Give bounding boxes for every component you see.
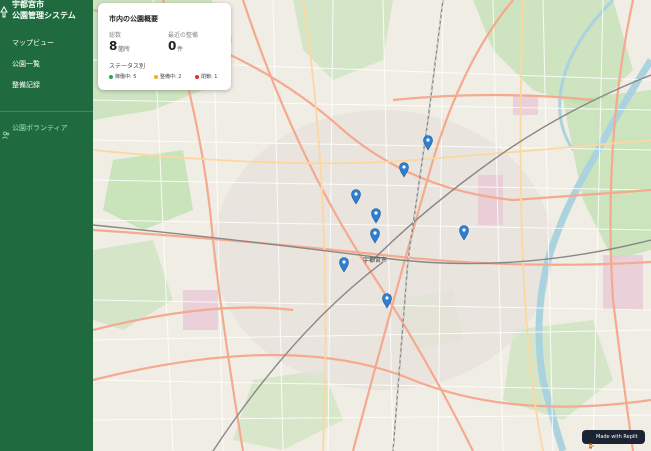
map-pin-icon xyxy=(371,208,381,224)
status-dot-closed xyxy=(195,75,199,79)
park-marker[interactable] xyxy=(459,225,469,241)
park-marker[interactable] xyxy=(371,208,381,224)
total-unit: 箇所 xyxy=(118,46,131,53)
sidebar: 宇都宮市 公園管理システム マップビュー 公園一覧 整備記録 公園ボランティア xyxy=(0,0,93,451)
people-icon xyxy=(2,124,10,139)
park-summary-card: 市内の公園概要 総数 最近の整備 8 箇所 0 件 ステータス別 稼働中: 5 … xyxy=(98,3,231,90)
status-heading: ステータス別 xyxy=(109,63,146,70)
park-marker[interactable] xyxy=(339,257,349,273)
summary-title: 市内の公園概要 xyxy=(109,15,158,23)
sidebar-item-label: 公園ボランティア xyxy=(12,124,68,132)
map-pin-icon xyxy=(370,228,380,244)
map-pin-icon xyxy=(399,162,409,178)
made-with-replit-badge[interactable]: Made with Replit xyxy=(582,430,645,449)
status-dot-maintenance xyxy=(154,75,158,79)
total-label: 総数 xyxy=(109,32,122,39)
replit-icon xyxy=(588,434,594,449)
map-pin-icon xyxy=(459,225,469,241)
sidebar-item-park-volunteer[interactable]: 公園ボランティア xyxy=(0,122,93,139)
recent-maintenance-unit: 件 xyxy=(177,46,184,53)
status-breakdown: 稼働中: 5 整備中: 2 閉鎖: 1 xyxy=(109,73,229,81)
status-dot-active xyxy=(109,75,113,79)
sidebar-item-park-list[interactable]: 公園一覧 xyxy=(12,59,40,69)
park-marker[interactable] xyxy=(399,162,409,178)
sidebar-item-maintenance-records[interactable]: 整備記録 xyxy=(12,80,40,90)
sidebar-item-map-view[interactable]: マップビュー xyxy=(12,38,54,48)
map-pin-icon xyxy=(423,135,433,151)
recent-maintenance-label: 最近の整備 xyxy=(168,32,199,39)
brand: 宇都宮市 公園管理システム xyxy=(0,0,93,32)
park-sign-icon xyxy=(0,3,8,18)
park-marker[interactable] xyxy=(351,189,361,205)
total-count: 8 xyxy=(109,39,118,53)
park-marker[interactable] xyxy=(423,135,433,151)
map-pin-icon xyxy=(382,293,392,309)
recent-maintenance-count: 0 xyxy=(168,39,177,53)
station-label: 宇都宮市 xyxy=(363,256,387,264)
park-marker[interactable] xyxy=(382,293,392,309)
map-pin-icon xyxy=(339,257,349,273)
map-pin-icon xyxy=(351,189,361,205)
badge-label: Made with Replit xyxy=(596,434,638,440)
park-marker[interactable] xyxy=(370,228,380,244)
brand-title-city: 宇都宮市 xyxy=(12,0,44,9)
sidebar-divider xyxy=(0,111,93,112)
brand-title-system: 公園管理システム xyxy=(12,11,76,20)
